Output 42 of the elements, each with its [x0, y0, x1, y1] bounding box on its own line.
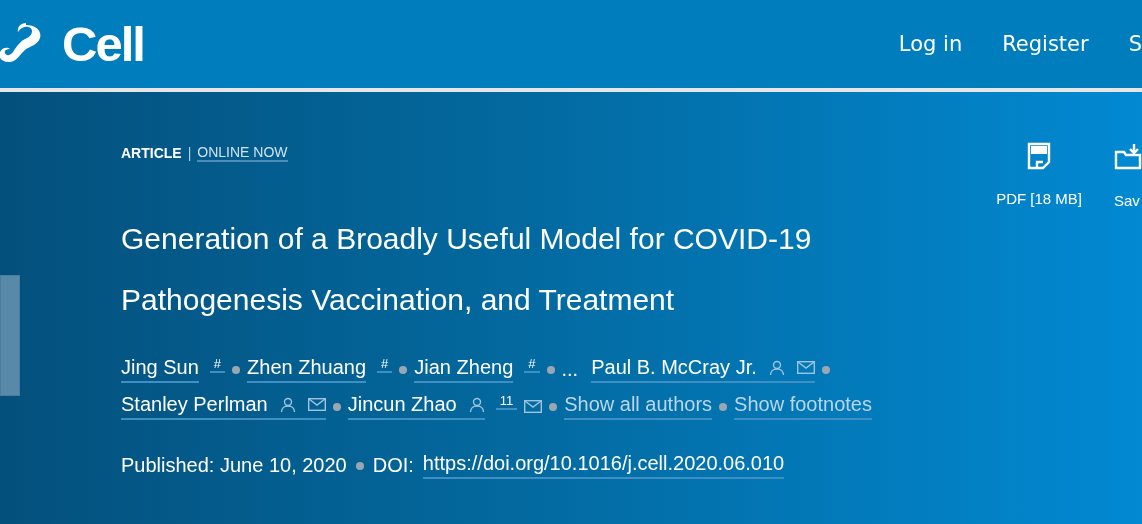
author-link[interactable]: Zhen Zhuang	[247, 356, 367, 383]
dot	[399, 365, 408, 374]
article-title: Generation of a Broadly Useful Model for COVID-19 Pathogenesis Vaccination, and Treatment	[121, 221, 813, 318]
footnote-mark[interactable]: #	[377, 356, 393, 373]
mail-icon[interactable]	[524, 400, 543, 413]
dot	[719, 402, 728, 411]
separator: |	[187, 145, 192, 161]
folder-icon	[1114, 142, 1142, 172]
nav-link[interactable]: Register	[1002, 32, 1089, 56]
mail-icon[interactable]	[307, 398, 326, 411]
doi-label: DOI:	[372, 454, 414, 477]
footnote-mark[interactable]: #	[524, 356, 540, 373]
published-date: Published: June 10, 2020	[121, 454, 347, 477]
doi-link[interactable]: https://doi.org/10.1016/j.cell.2020.06.010	[422, 452, 785, 479]
dot	[549, 402, 558, 411]
dot	[332, 402, 341, 411]
dot	[355, 461, 364, 470]
dot	[821, 365, 830, 374]
footnote-mark[interactable]: 11	[495, 393, 518, 410]
nav-link[interactable]: Log in	[898, 32, 963, 56]
author-link[interactable]: Jian Zheng	[414, 356, 514, 383]
author-link[interactable]: Jincun Zhao	[347, 393, 485, 420]
person-icon	[279, 396, 296, 413]
mail-icon[interactable]	[796, 361, 815, 374]
dot	[232, 365, 241, 374]
toggle-link[interactable]: Show all authors	[564, 393, 713, 420]
ellipsis: ...	[561, 358, 579, 381]
status-link[interactable]: ONLINE NOW	[197, 144, 288, 162]
author-link[interactable]: Stanley Perlman	[121, 393, 326, 420]
author-link[interactable]: Jing Sun	[121, 356, 199, 383]
person-icon	[768, 359, 785, 376]
logo-text[interactable]: Cell	[62, 16, 144, 72]
article-type: ARTICLE	[121, 145, 182, 161]
pdf-file-icon	[1027, 142, 1052, 170]
nav-link[interactable]: S	[1128, 32, 1142, 56]
person-icon	[468, 396, 485, 413]
footnote-mark[interactable]: #	[209, 356, 226, 373]
dot	[546, 365, 555, 374]
save-button[interactable]: Sav	[1114, 142, 1142, 209]
toggle-link[interactable]: Show footnotes	[734, 393, 872, 420]
author-link[interactable]: Paul B. McCray Jr.	[591, 356, 815, 383]
pdf-button[interactable]: PDF [18 MB]	[996, 142, 1082, 207]
